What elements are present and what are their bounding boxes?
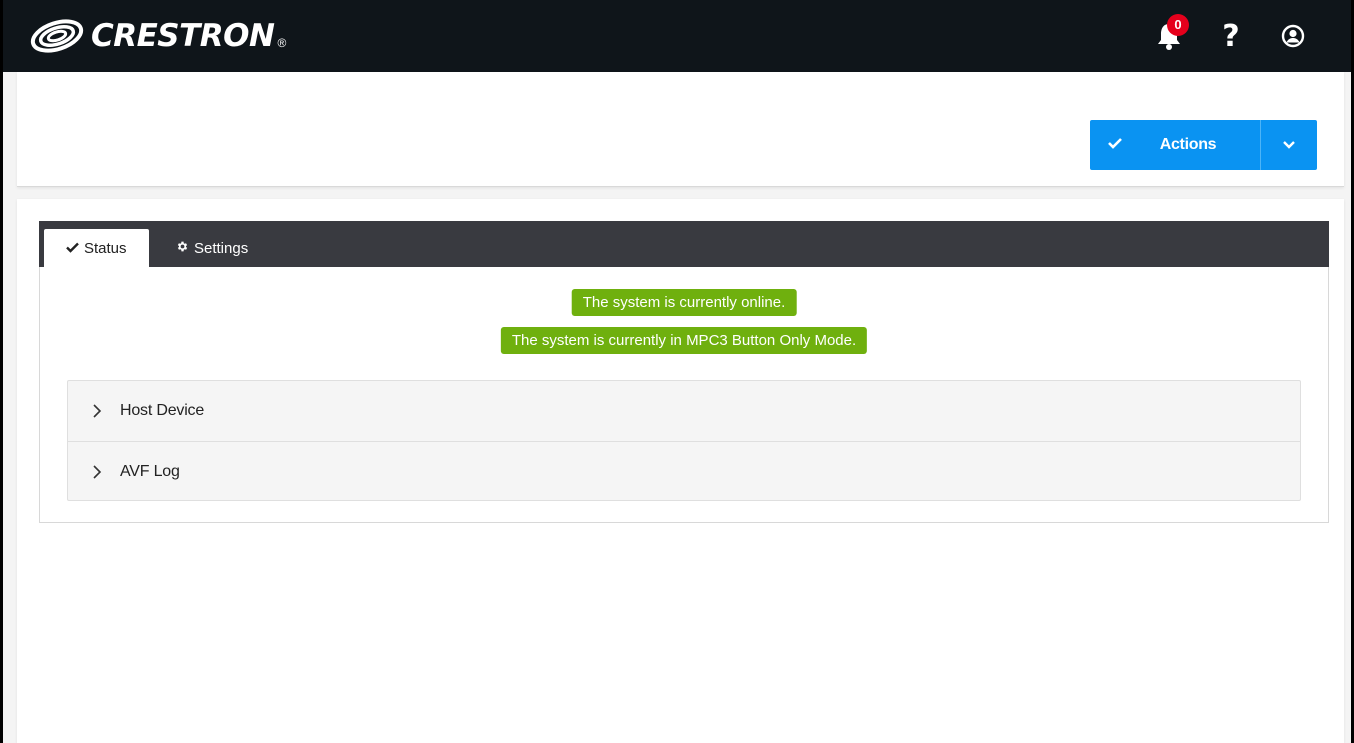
- chevron-right-icon: [92, 464, 112, 479]
- accordion-item-host-device[interactable]: Host Device: [68, 381, 1300, 441]
- actions-button[interactable]: Actions: [1090, 120, 1260, 170]
- check-icon: [1090, 136, 1140, 154]
- accordion-label: Host Device: [120, 402, 205, 419]
- tab-settings[interactable]: Settings: [154, 229, 270, 267]
- check-icon: [66, 240, 79, 256]
- chevron-right-icon: [92, 404, 112, 418]
- online-status-badge: The system is currently online.: [571, 289, 797, 316]
- accordion-item-avf-log[interactable]: AVF Log: [68, 441, 1300, 501]
- accordion-label: AVF Log: [120, 462, 180, 480]
- registered-mark: ®: [277, 36, 287, 50]
- mode-status-badge: The system is currently in MPC3 Button O…: [500, 327, 868, 354]
- top-navigation-bar: CRESTRON ® 0 ?: [3, 0, 1351, 72]
- brand-name: CRESTRON: [91, 18, 275, 54]
- help-button[interactable]: ?: [1215, 16, 1247, 56]
- gear-icon: [176, 240, 189, 256]
- user-circle-icon: [1281, 24, 1305, 48]
- actions-card: Actions: [17, 72, 1344, 187]
- tab-status[interactable]: Status: [44, 229, 149, 267]
- tab-status-label: Status: [84, 239, 127, 257]
- main-content-card: Status Settings The system is currently …: [17, 199, 1344, 743]
- status-panel: The system is currently online. The syst…: [39, 267, 1329, 523]
- notifications-button[interactable]: 0: [1153, 14, 1189, 56]
- user-account-button[interactable]: [1277, 16, 1309, 56]
- tab-bar: Status Settings: [39, 221, 1329, 267]
- notification-count-badge: 0: [1167, 14, 1189, 36]
- actions-split-button[interactable]: Actions: [1090, 120, 1317, 170]
- status-accordion: Host Device AVF Log: [67, 380, 1301, 501]
- top-icons: 0 ?: [1153, 14, 1309, 56]
- help-icon: ?: [1222, 18, 1240, 54]
- tab-settings-label: Settings: [194, 239, 249, 257]
- actions-dropdown-toggle[interactable]: [1261, 120, 1317, 170]
- app-frame: CRESTRON ® 0 ? Actions Status Settings T…: [0, 0, 1354, 743]
- crestron-swirl-icon: [30, 19, 84, 53]
- actions-label: Actions: [1159, 136, 1217, 153]
- chevron-down-icon: [1283, 141, 1295, 149]
- crestron-logo: CRESTRON ®: [29, 16, 286, 56]
